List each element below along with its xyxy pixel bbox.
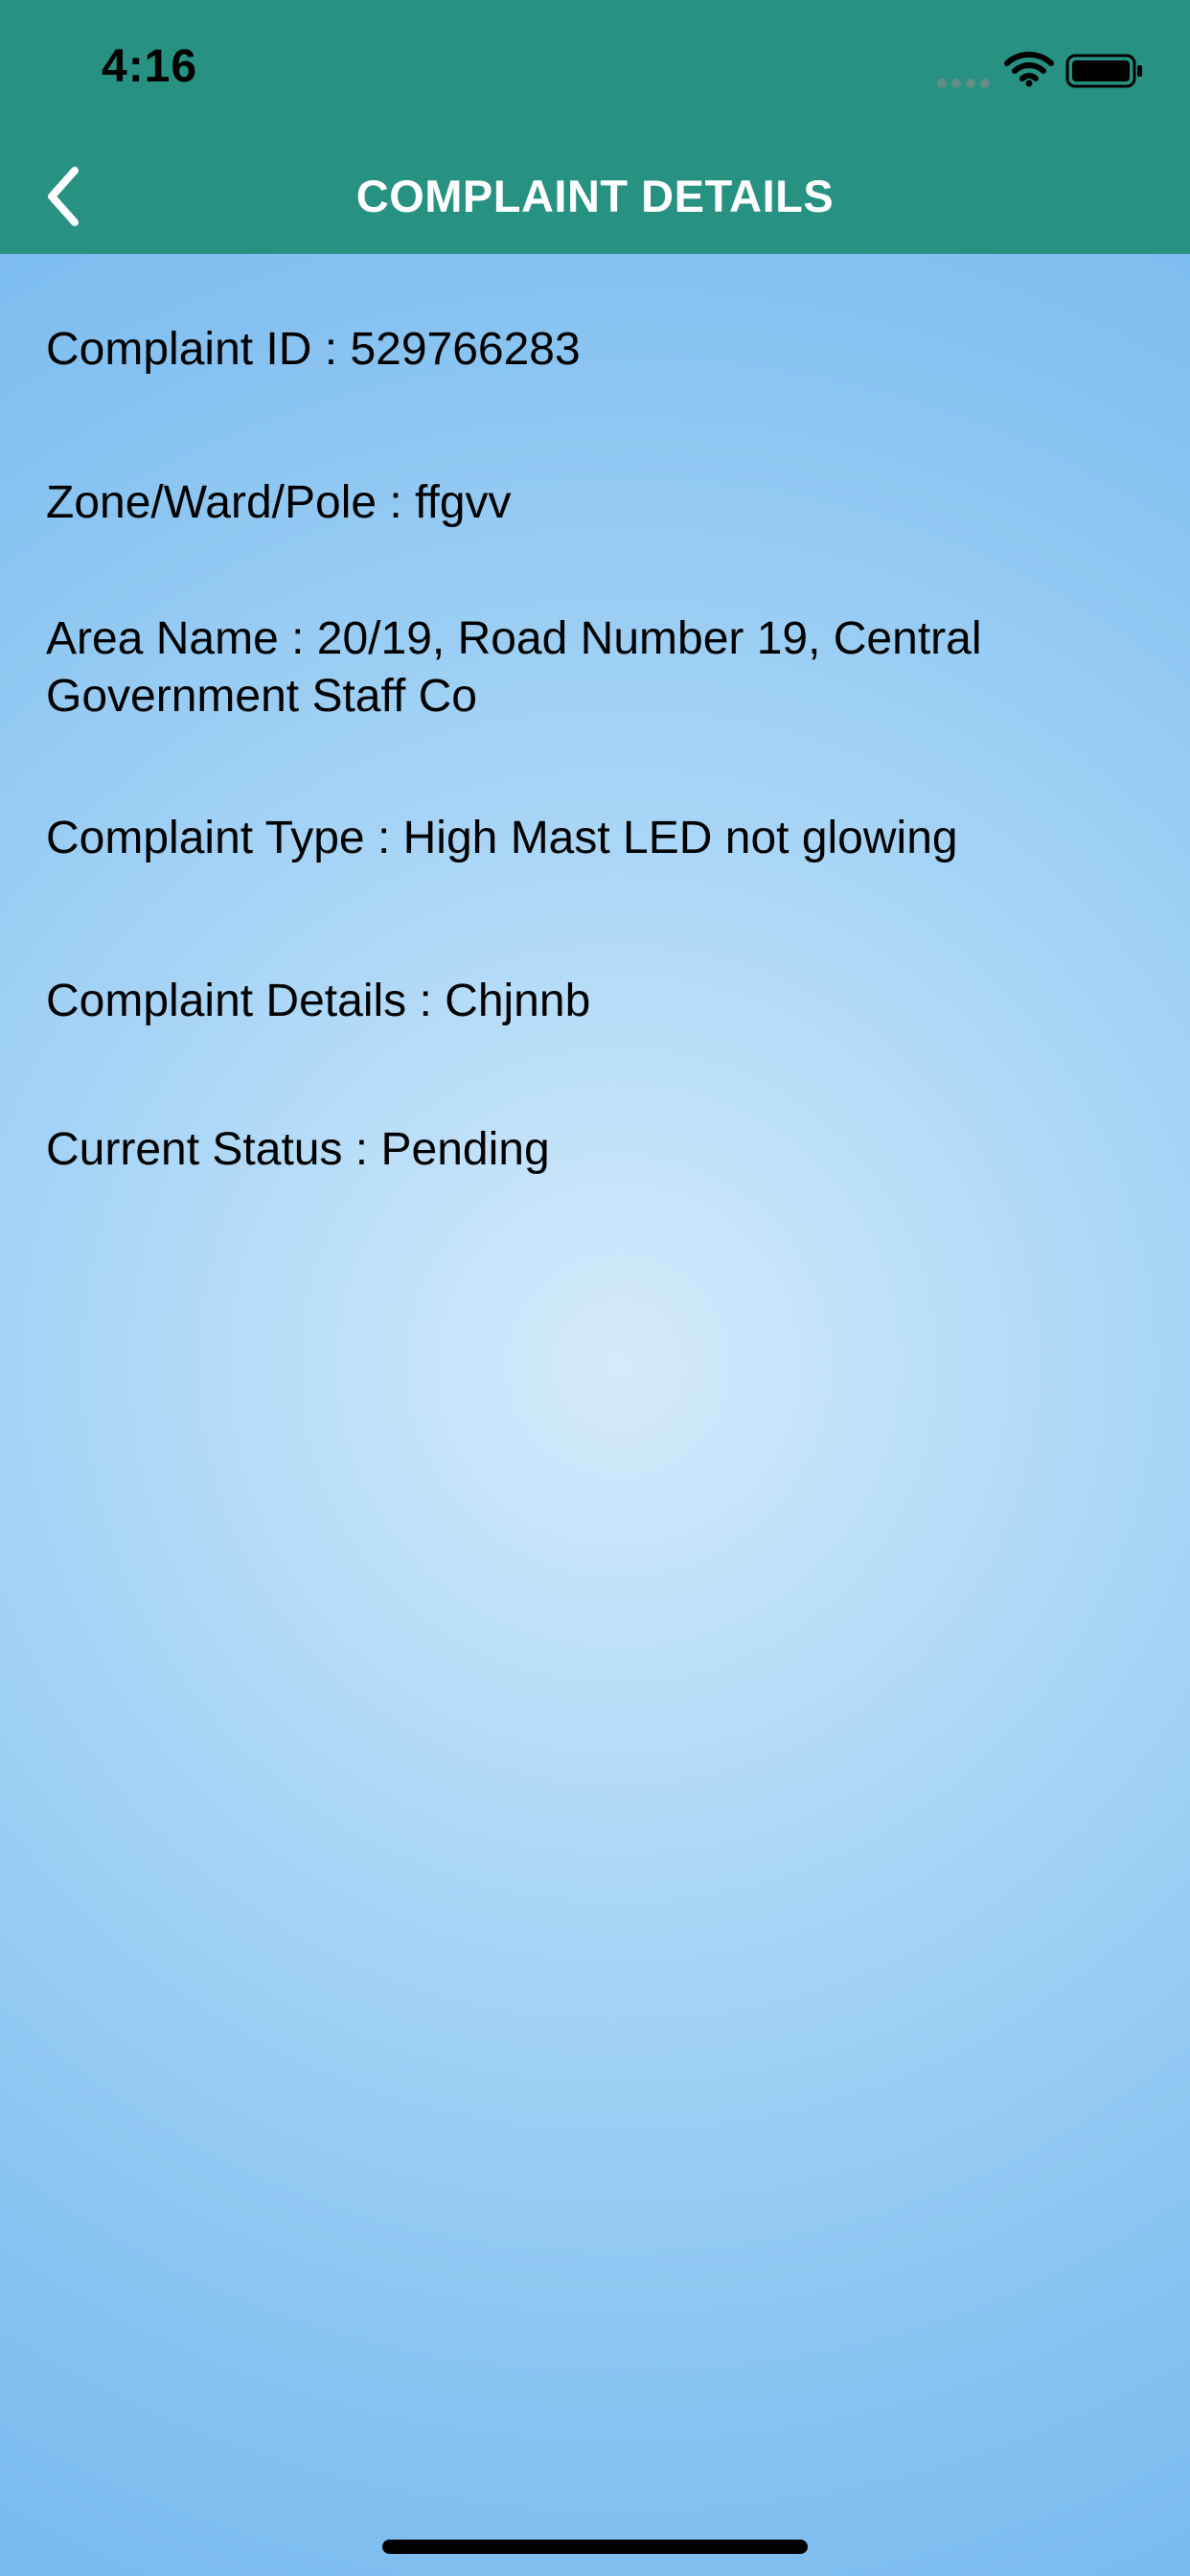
complaint-details-content: Complaint ID : 529766283 Zone/Ward/Pole … [0, 254, 1190, 2576]
complaint-details-value: Complaint Details : Chjnnb [46, 976, 591, 1026]
current-status: Current Status : Pending [46, 1124, 550, 1175]
wifi-icon [1004, 52, 1054, 87]
zone-ward-pole: Zone/Ward/Pole : ffgvv [46, 477, 512, 528]
complaint-id: Complaint ID : 529766283 [46, 324, 581, 375]
complaint-details-screen: 4:16 COMPLAINT DETAILS Complaint ID: 52… [0, 0, 1190, 2576]
status-time: 4:16 [102, 41, 198, 92]
area-name: Area Name : 20/19, Road Number 19, Centr… [46, 613, 982, 722]
cellular-signal-icon [937, 79, 991, 88]
navigation-bar: COMPLAINT DETAILS [0, 139, 1190, 254]
status-bar: 4:16 [0, 0, 1190, 139]
page-title: COMPLAINT DETAILS [355, 171, 835, 221]
home-indicator[interactable] [382, 2540, 808, 2554]
complaint-type: Complaint Type : High Mast LED not glowi… [46, 813, 958, 863]
chevron-left-icon [48, 167, 79, 226]
back-button[interactable] [25, 156, 102, 237]
battery-icon [1065, 54, 1142, 88]
